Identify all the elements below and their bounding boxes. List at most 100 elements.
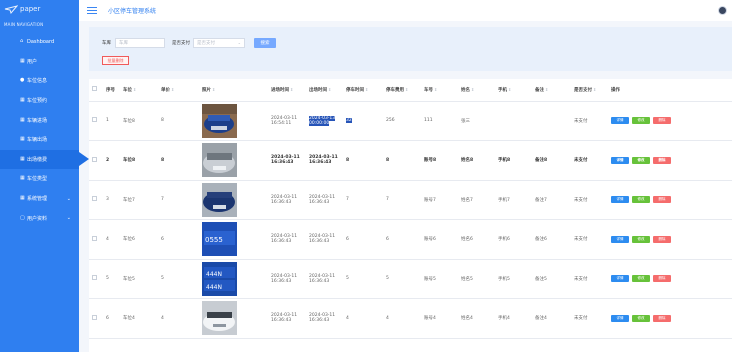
cell-paid: 未支付 bbox=[571, 298, 608, 339]
edit-button[interactable]: 修改 bbox=[632, 117, 650, 125]
sidebar-item-vehicle-entry[interactable]: ▦ 车辆进场 bbox=[0, 110, 79, 130]
cell-photo bbox=[199, 180, 268, 220]
table-row[interactable]: 4 车位6 6 0555 2024-03-11 16:36:43 2024-03-11 1… bbox=[89, 219, 732, 260]
cell-plate: 账号4 bbox=[421, 298, 458, 339]
cell-phone bbox=[495, 101, 532, 141]
sidebar-item-exit-payment[interactable]: ▦ 出场缴费 bbox=[0, 149, 79, 170]
batch-delete-button[interactable]: 批量删除 bbox=[102, 56, 129, 65]
col-duration[interactable]: 停车时间⇕ bbox=[343, 79, 383, 102]
delete-button[interactable]: 删除 bbox=[653, 117, 671, 125]
sort-icon: ⇕ bbox=[405, 86, 409, 92]
select-cell bbox=[89, 219, 103, 260]
detail-button[interactable]: 详情 bbox=[611, 156, 629, 164]
sidebar-item-users[interactable]: ▦ 用户 bbox=[0, 52, 79, 72]
col-out-time[interactable]: 出场时间⇕ bbox=[306, 79, 343, 102]
nav-section-title: MAIN NAVIGATION bbox=[4, 22, 44, 27]
detail-button[interactable]: 详情 bbox=[611, 275, 629, 283]
edit-button[interactable]: 修改 bbox=[632, 235, 650, 243]
col-price[interactable]: 单价⇕ bbox=[158, 79, 199, 102]
cell-name: 姓名5 bbox=[458, 259, 495, 299]
col-name[interactable]: 姓名⇕ bbox=[458, 79, 495, 102]
sidebar-item-label: 车位预约 bbox=[27, 98, 48, 105]
row-checkbox[interactable] bbox=[92, 235, 97, 241]
detail-button[interactable]: 详情 bbox=[611, 235, 629, 243]
sidebar-item-vehicle-exit[interactable]: ▦ 车辆出场 bbox=[0, 130, 79, 150]
cell-photo: 444N 444N bbox=[199, 259, 268, 299]
detail-button[interactable]: 详情 bbox=[611, 196, 629, 204]
col-space[interactable]: 车位⇕ bbox=[120, 79, 158, 102]
menu-icon[interactable] bbox=[87, 7, 97, 14]
detail-button[interactable]: 详情 bbox=[611, 314, 629, 322]
sidebar-item-space-types[interactable]: ▦ 车位类型 bbox=[0, 169, 79, 189]
cell-index: 4 bbox=[103, 219, 120, 260]
paid-placeholder: 是否支付 bbox=[197, 41, 215, 46]
col-phone[interactable]: 手机⇕ bbox=[495, 79, 532, 102]
table-row[interactable]: 1 车位8 8 2024-03-11 16:54:11 2024-03-13 00:00… bbox=[89, 101, 732, 141]
delete-button[interactable]: 删除 bbox=[653, 275, 671, 283]
row-checkbox[interactable] bbox=[92, 196, 97, 202]
brand-logo[interactable]: paper bbox=[0, 0, 79, 18]
delete-button[interactable]: 删除 bbox=[653, 314, 671, 322]
cell-name: 姓名6 bbox=[458, 219, 495, 260]
paid-select[interactable]: 是否支付 ⌄ bbox=[193, 38, 245, 48]
edit-button[interactable]: 修改 bbox=[632, 156, 650, 164]
sidebar-item-label: 用户资料 bbox=[27, 215, 48, 222]
cell-in-time: 2024-03-11 16:36:43 bbox=[268, 219, 306, 260]
cell-price: 4 bbox=[158, 298, 199, 339]
cell-actions: 详情 修改 删除 bbox=[608, 140, 732, 181]
search-button[interactable]: 搜索 bbox=[254, 38, 276, 48]
sort-icon: ⇕ bbox=[434, 86, 438, 92]
cell-index: 1 bbox=[103, 101, 120, 141]
sort-icon: ⇕ bbox=[290, 86, 294, 92]
cell-space: 车位4 bbox=[120, 298, 158, 339]
edit-button[interactable]: 修改 bbox=[632, 196, 650, 204]
col-fee[interactable]: 停车费用⇕ bbox=[383, 79, 421, 102]
sidebar-item-parking-spaces[interactable]: ● 车位信息 bbox=[0, 71, 79, 91]
cell-out-time: 2024-03-11 16:36:43 bbox=[306, 219, 343, 260]
cell-phone: 手机4 bbox=[495, 298, 532, 339]
delete-button[interactable]: 删除 bbox=[653, 196, 671, 204]
row-checkbox[interactable] bbox=[92, 275, 97, 281]
row-checkbox[interactable] bbox=[92, 117, 97, 123]
cell-duration: 32 bbox=[343, 101, 383, 141]
sidebar-item-dashboard[interactable]: ⌂ Dashboard bbox=[0, 32, 79, 52]
col-paid[interactable]: 是否支付⇕ bbox=[571, 79, 608, 102]
detail-button[interactable]: 详情 bbox=[611, 117, 629, 125]
cell-actions: 详情 修改 删除 bbox=[608, 219, 732, 260]
col-note[interactable]: 备注⇕ bbox=[532, 79, 571, 102]
col-plate[interactable]: 车号⇕ bbox=[421, 79, 458, 102]
table-row[interactable]: 2 车位8 8 2024-03-11 16:36:43 2024-03-11 16:36… bbox=[89, 140, 732, 181]
cell-duration: 5 bbox=[343, 259, 383, 299]
cell-space: 车位6 bbox=[120, 219, 158, 260]
row-checkbox[interactable] bbox=[92, 156, 97, 162]
cell-duration: 4 bbox=[343, 298, 383, 339]
table-row[interactable]: 6 车位4 4 2024-03-11 16:36:43 2024-03-11 16:36… bbox=[89, 298, 732, 339]
table-row[interactable]: 3 车位7 7 2024-03-11 16:36:43 2024-03-11 16:36… bbox=[89, 180, 732, 220]
col-in-time[interactable]: 进场时间⇕ bbox=[268, 79, 306, 102]
cell-paid: 未支付 bbox=[571, 259, 608, 299]
table-row[interactable]: 5 车位5 5 444N 444N 2024-03-11 16:36:43 2024-03-… bbox=[89, 259, 732, 299]
cell-phone: 手机6 bbox=[495, 219, 532, 260]
cell-space: 车位7 bbox=[120, 180, 158, 220]
row-checkbox[interactable] bbox=[92, 314, 97, 320]
cell-index: 5 bbox=[103, 259, 120, 299]
cell-out-time: 2024-03-11 16:36:43 bbox=[306, 140, 343, 181]
cell-photo bbox=[199, 140, 268, 181]
select-all-checkbox[interactable] bbox=[92, 86, 97, 92]
cell-fee: 8 bbox=[383, 140, 421, 181]
select-cell bbox=[89, 140, 103, 181]
garage-search-input[interactable]: 车库 bbox=[115, 38, 165, 48]
delete-button[interactable]: 删除 bbox=[653, 235, 671, 243]
edit-button[interactable]: 修改 bbox=[632, 275, 650, 283]
sidebar-item-profile[interactable]: ▢ 用户资料 ⌄ bbox=[0, 208, 79, 228]
delete-button[interactable]: 删除 bbox=[653, 156, 671, 164]
search-panel: 车库 车库 是否支付 是否支付 ⌄ 搜索 批量删除 bbox=[89, 27, 732, 71]
col-photo[interactable]: 照片⇕ bbox=[199, 79, 268, 102]
edit-button[interactable]: 修改 bbox=[632, 314, 650, 322]
cell-price: 5 bbox=[158, 259, 199, 299]
sidebar-item-system[interactable]: ▦ 系统管理 ⌄ bbox=[0, 189, 79, 209]
cell-in-time: 2024-03-11 16:54:11 bbox=[268, 101, 306, 141]
avatar[interactable] bbox=[718, 6, 727, 15]
sidebar-item-reservations[interactable]: ▦ 车位预约 bbox=[0, 91, 79, 111]
select-cell bbox=[89, 298, 103, 339]
